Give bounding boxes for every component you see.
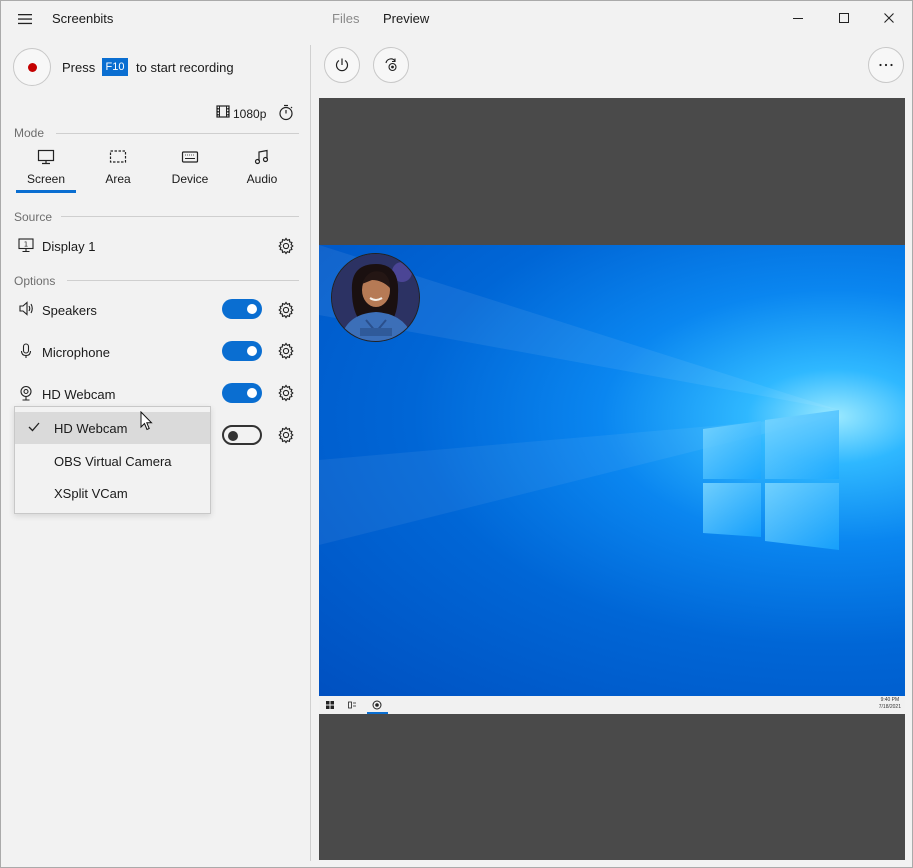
webcam-dropdown: HD Webcam OBS Virtual Camera XSplit VCam xyxy=(14,406,211,514)
mode-screen-label: Screen xyxy=(26,172,66,186)
mode-section-label: Mode xyxy=(14,126,45,140)
webcam-toggle[interactable] xyxy=(222,383,262,403)
speakers-label: Speakers xyxy=(42,303,97,318)
minimize-button[interactable] xyxy=(775,1,821,35)
webcam-overlay-button[interactable] xyxy=(373,47,409,83)
dropdown-item-label: XSplit VCam xyxy=(54,486,128,501)
mode-device-label: Device xyxy=(171,172,209,186)
resolution-label[interactable]: 1080p xyxy=(233,107,266,121)
option-4-toggle[interactable] xyxy=(222,425,262,445)
webcam-label: HD Webcam xyxy=(42,387,116,402)
mode-audio[interactable]: Audio xyxy=(232,149,292,195)
more-icon xyxy=(879,63,893,67)
source-value[interactable]: Display 1 xyxy=(42,239,95,254)
hamburger-menu-icon[interactable] xyxy=(11,5,39,33)
speaker-icon xyxy=(18,301,34,319)
speakers-toggle[interactable] xyxy=(222,299,262,319)
source-divider xyxy=(61,216,299,217)
mode-active-indicator xyxy=(16,190,76,193)
options-section-label: Options xyxy=(14,274,56,288)
source-section-label: Source xyxy=(14,210,53,224)
device-icon xyxy=(181,151,199,163)
title-bar: Screenbits Files Preview xyxy=(1,1,912,37)
app-window: Screenbits Files Preview Press F10 to st… xyxy=(0,0,913,868)
hotkey-badge: F10 xyxy=(102,58,128,76)
record-button[interactable] xyxy=(13,48,51,86)
dropdown-item-hd-webcam[interactable]: HD Webcam xyxy=(15,412,210,444)
checkmark-icon xyxy=(28,422,40,432)
taskbar-clock: 9:40 PM 7/18/2021 xyxy=(879,697,901,711)
source-settings-gear-icon[interactable] xyxy=(277,237,295,255)
desktop-taskbar: 9:40 PM 7/18/2021 xyxy=(319,696,905,714)
webcam-overlay[interactable] xyxy=(331,253,420,342)
options-divider xyxy=(67,280,299,281)
mode-screen[interactable]: Screen xyxy=(16,149,76,195)
microphone-icon xyxy=(18,343,34,362)
taskbar-time: 9:40 PM xyxy=(880,697,900,703)
dropdown-item-obs-virtual-camera[interactable]: OBS Virtual Camera xyxy=(15,445,210,477)
taskbar-active-indicator xyxy=(367,712,388,714)
mode-divider xyxy=(56,133,299,134)
svg-text:1: 1 xyxy=(24,241,28,249)
start-icon xyxy=(326,701,334,709)
task-view-icon xyxy=(348,701,356,709)
area-select-icon xyxy=(109,150,127,163)
microphone-settings-gear-icon[interactable] xyxy=(277,342,295,360)
screenbits-taskbar-icon xyxy=(372,700,382,710)
power-icon xyxy=(335,58,349,72)
display-icon: 1 xyxy=(18,238,34,256)
camera-rotate-icon xyxy=(385,58,397,72)
speakers-settings-gear-icon[interactable] xyxy=(277,301,295,319)
timer-icon[interactable] xyxy=(278,104,294,124)
app-title: Screenbits xyxy=(52,11,114,26)
mouse-cursor-icon xyxy=(140,410,154,434)
webcam-settings-gear-icon[interactable] xyxy=(277,384,295,402)
mode-audio-label: Audio xyxy=(246,172,278,186)
monitor-icon xyxy=(37,149,55,165)
mode-device[interactable]: Device xyxy=(160,149,220,195)
webcam-icon xyxy=(18,385,34,404)
option-4-settings-gear-icon[interactable] xyxy=(277,426,295,444)
music-note-icon xyxy=(254,149,269,165)
dropdown-item-xsplit-vcam[interactable]: XSplit VCam xyxy=(15,477,210,509)
more-options-button[interactable] xyxy=(868,47,904,83)
panel-divider xyxy=(310,45,311,861)
power-button[interactable] xyxy=(324,47,360,83)
microphone-label: Microphone xyxy=(42,345,110,360)
dropdown-item-label: HD Webcam xyxy=(54,421,128,436)
tab-files[interactable]: Files xyxy=(332,11,359,26)
tab-preview[interactable]: Preview xyxy=(383,11,429,26)
mode-area[interactable]: Area xyxy=(88,149,148,195)
record-hint-prefix: Press xyxy=(62,60,96,75)
dropdown-item-label: OBS Virtual Camera xyxy=(54,454,172,469)
microphone-toggle[interactable] xyxy=(222,341,262,361)
record-dot-icon xyxy=(27,62,37,72)
taskbar-date: 7/18/2021 xyxy=(878,704,901,710)
mode-area-label: Area xyxy=(105,172,131,186)
close-button[interactable] xyxy=(866,1,912,35)
maximize-button[interactable] xyxy=(821,1,867,35)
record-hint-suffix: to start recording xyxy=(136,60,234,75)
film-icon[interactable] xyxy=(216,105,230,121)
